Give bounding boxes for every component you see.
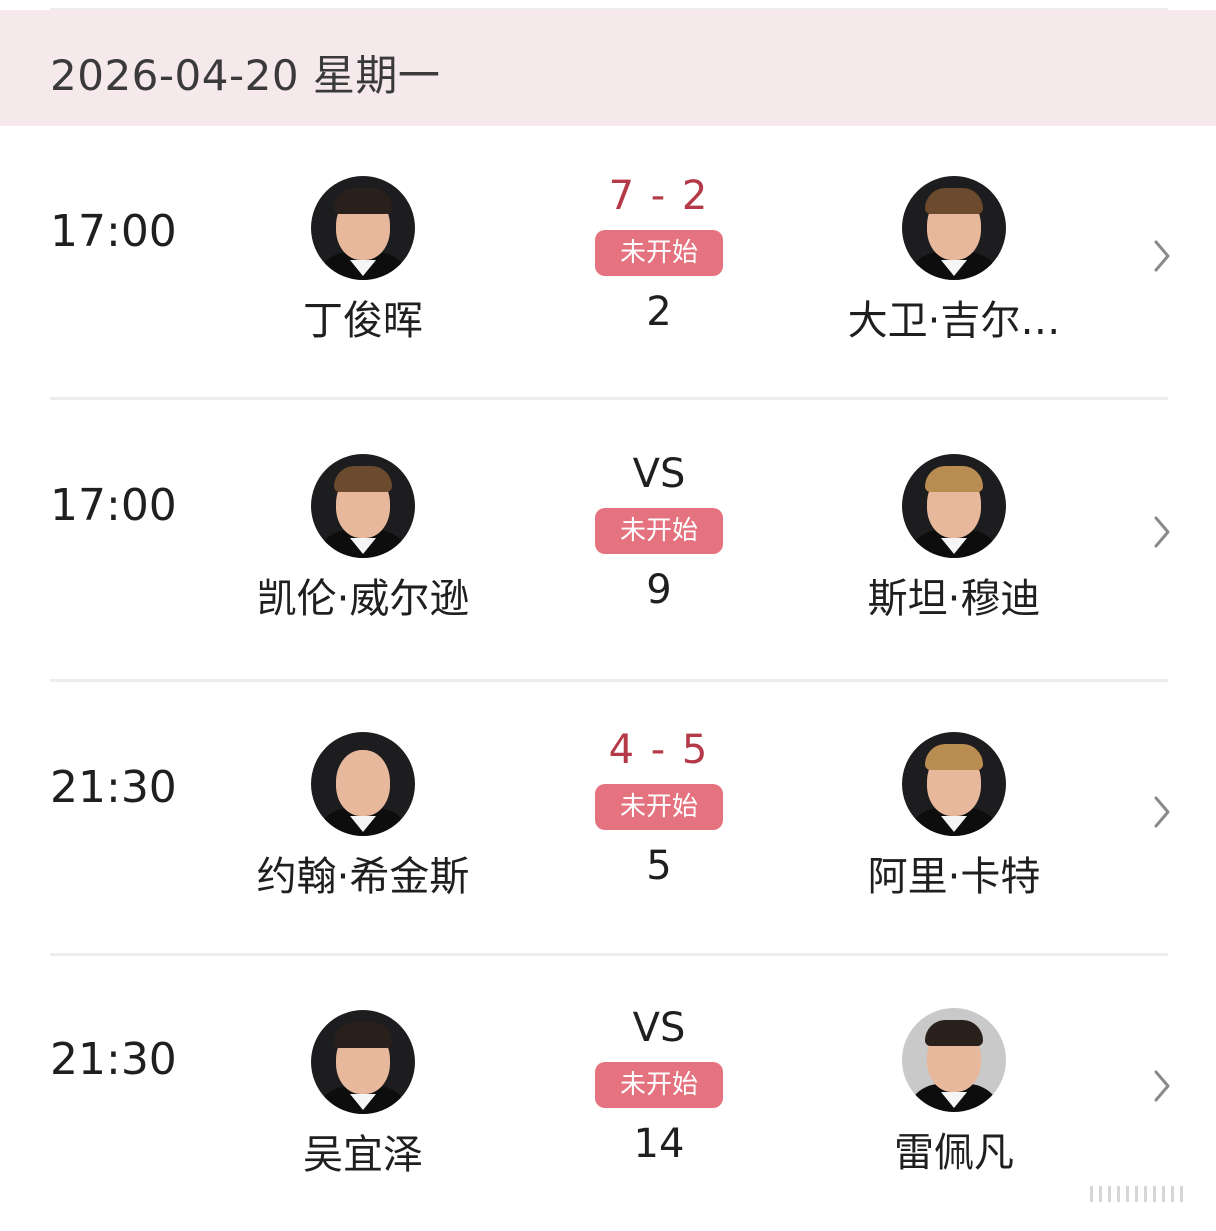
player-name: 斯坦·穆迪 [867, 576, 1041, 622]
match-center: 4 - 5 未开始 5 [559, 724, 759, 892]
watermark-marks [1090, 1186, 1200, 1206]
match-score: 4 - 5 [608, 727, 710, 773]
match-score: 7 - 2 [608, 173, 710, 219]
match-card[interactable]: 21:30 约翰·希金斯 4 - 5 未开始 5 阿里·卡特 [0, 682, 1216, 956]
match-time: 21:30 [50, 762, 177, 813]
player-right[interactable]: 大卫·吉尔… [794, 176, 1114, 348]
chevron-right-icon[interactable] [1148, 1066, 1176, 1106]
player-avatar [311, 176, 415, 280]
match-card[interactable]: 21:30 吴宜泽 VS 未开始 14 雷佩凡 [0, 956, 1216, 1231]
player-name: 凯伦·威尔逊 [256, 576, 470, 622]
status-badge: 未开始 [595, 1062, 723, 1108]
player-left[interactable]: 吴宜泽 [203, 1010, 523, 1182]
player-left[interactable]: 约翰·希金斯 [203, 732, 523, 904]
player-right[interactable]: 阿里·卡特 [794, 732, 1114, 904]
player-right[interactable]: 雷佩凡 [794, 1008, 1114, 1180]
chevron-right-icon[interactable] [1148, 792, 1176, 832]
match-vs: VS [632, 1005, 686, 1051]
chevron-right-icon[interactable] [1148, 236, 1176, 276]
match-center: VS 未开始 9 [559, 448, 759, 616]
player-name: 阿里·卡特 [867, 854, 1041, 900]
player-avatar [902, 1008, 1006, 1112]
player-avatar [311, 454, 415, 558]
date-header: 2026-04-20 星期一 [0, 10, 1216, 126]
player-name: 约翰·希金斯 [256, 854, 470, 900]
match-center: VS 未开始 14 [559, 1002, 759, 1170]
player-left[interactable]: 凯伦·威尔逊 [203, 454, 523, 626]
match-time: 17:00 [50, 480, 177, 531]
date-label: 2026-04-20 星期一 [50, 51, 441, 100]
status-badge: 未开始 [595, 230, 723, 276]
player-name: 雷佩凡 [894, 1130, 1014, 1176]
top-divider [0, 0, 1216, 10]
player-name: 吴宜泽 [303, 1132, 423, 1178]
match-round: 5 [646, 843, 672, 889]
status-badge: 未开始 [595, 508, 723, 554]
match-center: 7 - 2 未开始 2 [559, 170, 759, 338]
match-round: 14 [633, 1121, 685, 1167]
match-round: 9 [646, 567, 672, 613]
player-avatar [902, 454, 1006, 558]
player-avatar [902, 176, 1006, 280]
player-avatar [311, 1010, 415, 1114]
match-time: 21:30 [50, 1034, 177, 1085]
match-round: 2 [646, 289, 672, 335]
match-vs: VS [632, 451, 686, 497]
status-badge: 未开始 [595, 784, 723, 830]
player-name: 丁俊晖 [303, 298, 423, 344]
player-avatar [311, 732, 415, 836]
match-card[interactable]: 17:00 丁俊晖 7 - 2 未开始 2 大卫·吉尔… [0, 126, 1216, 400]
match-time: 17:00 [50, 206, 177, 257]
player-right[interactable]: 斯坦·穆迪 [794, 454, 1114, 626]
chevron-right-icon[interactable] [1148, 512, 1176, 552]
match-card[interactable]: 17:00 凯伦·威尔逊 VS 未开始 9 斯坦·穆迪 [0, 400, 1216, 682]
player-left[interactable]: 丁俊晖 [203, 176, 523, 348]
player-name: 大卫·吉尔… [847, 298, 1061, 344]
player-avatar [902, 732, 1006, 836]
